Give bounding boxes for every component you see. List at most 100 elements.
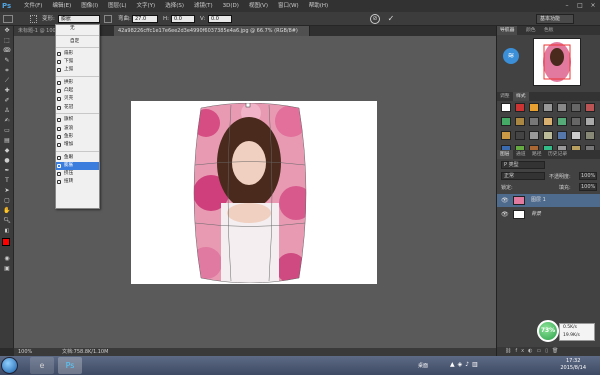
eraser-tool-icon[interactable]: ▭ bbox=[0, 126, 14, 136]
type-tool-icon[interactable]: T bbox=[0, 176, 14, 186]
menu-image[interactable]: 图像(I) bbox=[76, 0, 103, 12]
crop-tool-icon[interactable]: ⌗ bbox=[0, 66, 14, 76]
marquee-tool-icon[interactable]: ⬚ bbox=[0, 36, 14, 46]
layer-kind-filter[interactable]: P 类型 bbox=[501, 161, 545, 169]
menu-select[interactable]: 选择(S) bbox=[160, 0, 189, 12]
opacity-input[interactable]: 100% bbox=[579, 172, 597, 180]
style-swatch[interactable] bbox=[543, 131, 553, 140]
warp-option-none[interactable]: 无 bbox=[56, 25, 99, 33]
tab-paths[interactable]: 路径 bbox=[529, 150, 545, 159]
tab-styles[interactable]: 样式 bbox=[513, 92, 529, 101]
style-swatch[interactable] bbox=[501, 131, 511, 140]
clock[interactable]: 17:32 2015/8/14 bbox=[560, 358, 586, 372]
menu-window[interactable]: 窗口(W) bbox=[273, 0, 304, 12]
warp-option-flower[interactable]: 花冠 bbox=[56, 104, 99, 112]
fill-input[interactable]: 100% bbox=[579, 183, 597, 191]
ie-icon[interactable]: e bbox=[30, 357, 54, 374]
new-layer-icon[interactable]: ▯ bbox=[545, 348, 552, 354]
style-swatch[interactable] bbox=[557, 117, 567, 126]
desktop-label[interactable]: 桌面 bbox=[418, 362, 428, 369]
network-monitor-badge[interactable]: 73% bbox=[537, 320, 559, 342]
warp-option-arc-lower[interactable]: 下弧 bbox=[56, 58, 99, 66]
pen-tool-icon[interactable]: ✒ bbox=[0, 166, 14, 176]
v-distortion-input[interactable]: 0.0 bbox=[208, 15, 232, 23]
eye-icon[interactable]: 👁︎ bbox=[501, 208, 509, 221]
eyedropper-tool-icon[interactable]: ⟋ bbox=[0, 76, 14, 86]
close-icon[interactable]: × bbox=[588, 1, 598, 10]
move-tool-icon[interactable]: ✥ bbox=[0, 26, 14, 36]
hand-tool-icon[interactable]: ✋ bbox=[0, 206, 14, 216]
navigator-preview[interactable] bbox=[533, 38, 581, 86]
tab-adjustments[interactable]: 调整 bbox=[497, 92, 513, 101]
photoshop-task-icon[interactable]: Ps bbox=[58, 357, 82, 374]
maximize-icon[interactable]: □ bbox=[575, 1, 585, 10]
quick-mask-icon[interactable]: ◉ bbox=[0, 254, 14, 264]
warp-option-arc-upper[interactable]: 上弧 bbox=[56, 66, 99, 74]
workspace-select[interactable]: 基本功能 bbox=[536, 14, 574, 24]
link-icon[interactable]: ⛓ bbox=[505, 348, 515, 354]
orientation-icon[interactable] bbox=[104, 15, 112, 23]
transform-tool-icon[interactable] bbox=[3, 15, 13, 23]
warp-option-wave[interactable]: 波浪 bbox=[56, 125, 99, 133]
shape-tool-icon[interactable]: ▢ bbox=[0, 196, 14, 206]
layer-row-1[interactable]: 👁︎ 图层 1 bbox=[497, 194, 600, 207]
history-brush-tool-icon[interactable]: ✍ bbox=[0, 116, 14, 126]
style-swatch[interactable] bbox=[529, 103, 539, 112]
screen-mode-icon[interactable]: ▣ bbox=[0, 264, 14, 274]
style-swatch[interactable] bbox=[557, 103, 567, 112]
menu-layer[interactable]: 图层(L) bbox=[103, 0, 131, 12]
style-swatch[interactable] bbox=[543, 103, 553, 112]
commit-transform-icon[interactable]: ✓ bbox=[386, 14, 396, 24]
style-swatch[interactable] bbox=[543, 117, 553, 126]
warped-photo[interactable] bbox=[191, 103, 309, 283]
menu-view[interactable]: 视图(V) bbox=[244, 0, 273, 12]
brush-tool-icon[interactable]: ✐ bbox=[0, 96, 14, 106]
menu-help[interactable]: 帮助(H) bbox=[304, 0, 333, 12]
warp-option-flag[interactable]: 旗帜 bbox=[56, 116, 99, 124]
default-colors-icon[interactable]: ◧ bbox=[0, 226, 14, 236]
warp-option-squeeze[interactable]: 挤压 bbox=[56, 170, 99, 178]
foreground-color-swatch[interactable] bbox=[2, 238, 10, 246]
style-swatch[interactable] bbox=[585, 131, 595, 140]
tray-icons[interactable]: ▲◈♪▥ bbox=[450, 361, 481, 368]
tab-navigator[interactable]: 导航器 bbox=[497, 26, 518, 35]
warp-option-arch[interactable]: 拱形 bbox=[56, 79, 99, 87]
trash-icon[interactable]: 🗑︎ bbox=[552, 348, 562, 354]
style-swatch[interactable] bbox=[501, 103, 511, 112]
gradient-tool-icon[interactable]: ▤ bbox=[0, 136, 14, 146]
lasso-tool-icon[interactable]: ↂ bbox=[0, 46, 14, 56]
warp-option-custom[interactable]: 自定 bbox=[56, 38, 99, 46]
tab-channels[interactable]: 通道 bbox=[513, 150, 529, 159]
style-swatch[interactable] bbox=[529, 117, 539, 126]
h-distortion-input[interactable]: 0.0 bbox=[171, 15, 195, 23]
style-swatch[interactable] bbox=[571, 117, 581, 126]
style-swatch[interactable] bbox=[515, 131, 525, 140]
style-swatch[interactable] bbox=[585, 103, 595, 112]
warp-option-fisheye[interactable]: 鱼眼 bbox=[56, 154, 99, 162]
style-swatch[interactable] bbox=[571, 103, 581, 112]
style-swatch[interactable] bbox=[515, 103, 525, 112]
healing-tool-icon[interactable]: ✚ bbox=[0, 86, 14, 96]
menu-edit[interactable]: 编辑(E) bbox=[47, 0, 76, 12]
menu-file[interactable]: 文件(F) bbox=[19, 0, 47, 12]
minimize-icon[interactable]: – bbox=[562, 1, 572, 10]
style-swatch[interactable] bbox=[571, 131, 581, 140]
eye-icon[interactable]: 👁︎ bbox=[501, 194, 509, 207]
bend-input[interactable]: 27.0 bbox=[132, 15, 158, 23]
blur-tool-icon[interactable]: ◆ bbox=[0, 146, 14, 156]
new-group-icon[interactable]: ▭ bbox=[536, 348, 545, 354]
style-swatch[interactable] bbox=[515, 117, 525, 126]
warp-option-arc[interactable]: 扇形 bbox=[56, 50, 99, 58]
start-button[interactable] bbox=[1, 357, 18, 374]
tab-color[interactable]: 颜色 bbox=[523, 26, 539, 35]
doc-tab-active[interactable]: 42a98226cffc1e17e6ee2d3e4990f6037385e4a6… bbox=[114, 26, 310, 36]
quick-select-tool-icon[interactable]: ✎ bbox=[0, 56, 14, 66]
style-swatch[interactable] bbox=[501, 117, 511, 126]
menu-type[interactable]: 文字(Y) bbox=[132, 0, 161, 12]
warp-style-select[interactable]: 膨胀 bbox=[58, 15, 100, 23]
fx-icon[interactable]: fx bbox=[515, 348, 528, 354]
reference-point-icon[interactable] bbox=[30, 15, 37, 23]
blend-mode-select[interactable]: 正常 bbox=[501, 172, 545, 180]
warp-option-fish[interactable]: 鱼形 bbox=[56, 133, 99, 141]
menu-filter[interactable]: 滤镜(T) bbox=[189, 0, 218, 12]
